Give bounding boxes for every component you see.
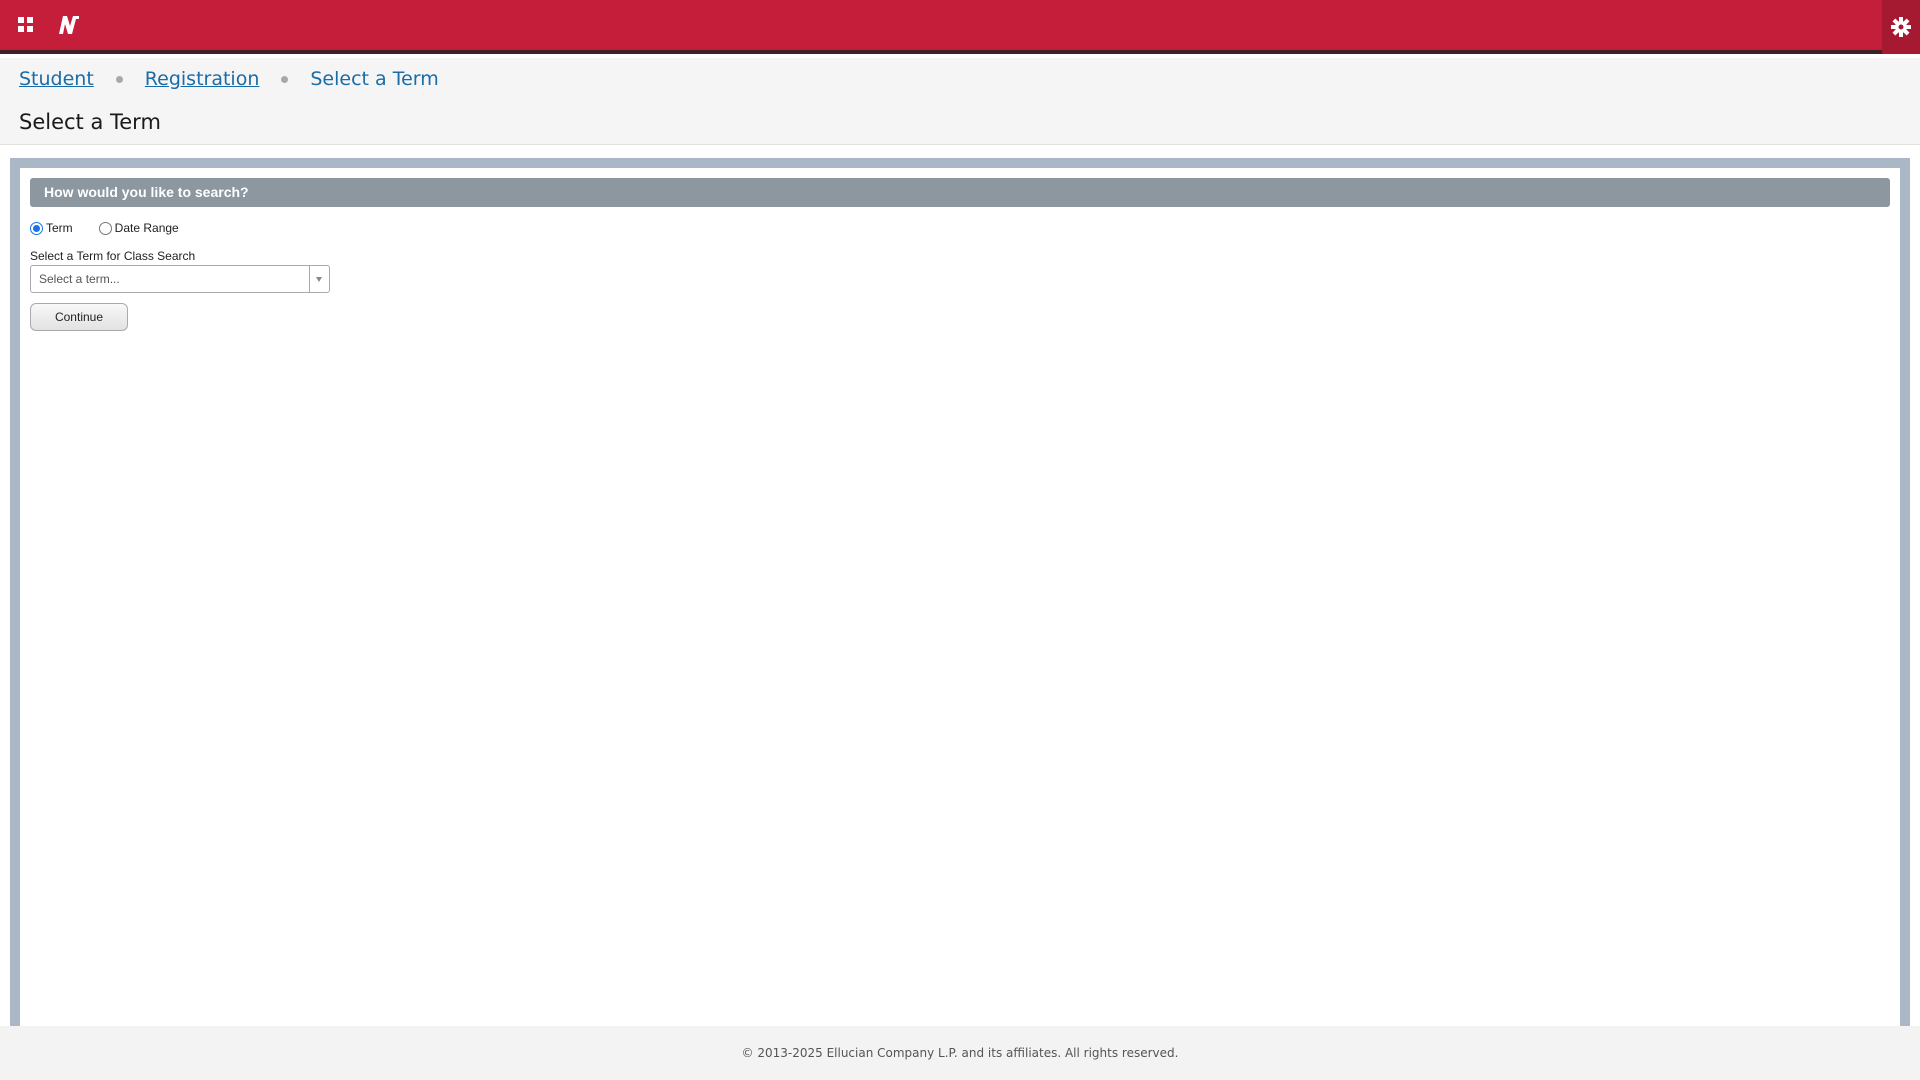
term-select[interactable]: Select a term... [30,265,330,293]
term-radio-label[interactable]: Term [46,221,73,235]
top-header-bar [0,0,1920,54]
chevron-down-icon[interactable] [309,266,329,292]
term-field-label: Select a Term for Class Search [30,249,196,263]
breadcrumb-separator [115,75,123,83]
section-header: How would you like to search? [30,178,1890,207]
breadcrumb-student-link[interactable]: Student [19,68,94,90]
breadcrumb-separator [281,75,289,83]
breadcrumb-registration-link[interactable]: Registration [145,68,260,90]
search-panel: How would you like to search? Term Date … [20,168,1900,1026]
gear-icon [1891,17,1911,37]
tools-button[interactable] [1882,0,1920,54]
search-type-group: Term Date Range [30,221,205,235]
n-logo-icon[interactable] [56,12,82,38]
content-frame: How would you like to search? Term Date … [10,158,1910,1026]
term-radio[interactable] [30,221,43,235]
date-range-radio[interactable] [98,221,112,235]
breadcrumb: Student Registration Select a Term [19,68,439,90]
term-select-placeholder: Select a term... [39,272,120,286]
grid-icon[interactable] [18,17,36,35]
page-title: Select a Term [19,110,161,134]
breadcrumb-current: Select a Term [310,68,439,90]
page-header: Student Registration Select a Term Selec… [0,58,1920,145]
date-range-radio-label[interactable]: Date Range [115,221,179,235]
continue-button[interactable]: Continue [30,303,128,331]
footer-copyright: © 2013-2025 Ellucian Company L.P. and it… [0,1026,1920,1080]
